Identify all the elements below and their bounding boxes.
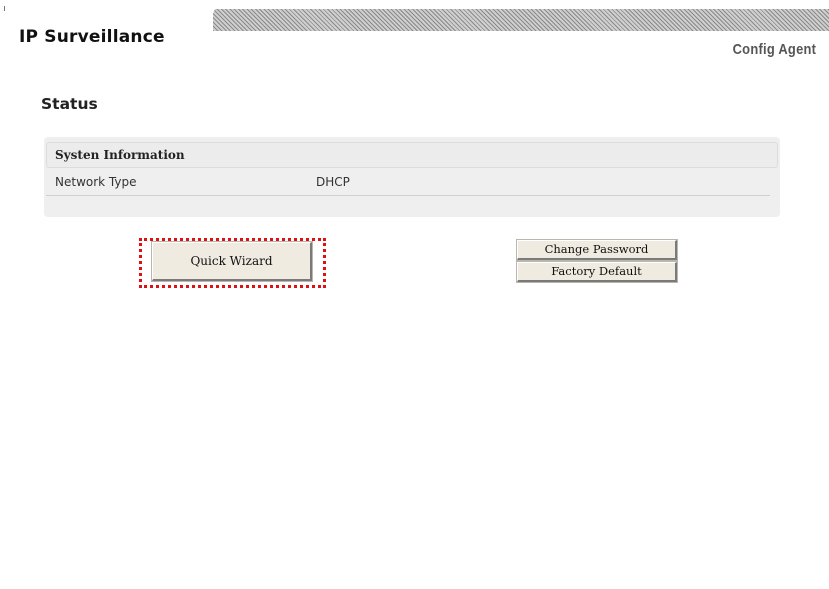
header-decorative-band (213, 9, 829, 31)
change-password-button[interactable]: Change Password (516, 239, 678, 261)
header-band-notch (205, 9, 215, 31)
page-title: Status (41, 95, 98, 113)
quick-wizard-button[interactable]: Quick Wizard (151, 241, 313, 282)
factory-default-button[interactable]: Factory Default (516, 261, 678, 283)
info-row-network-type: Network Type DHCP (46, 169, 770, 196)
system-information-title: Systen Information (55, 148, 185, 162)
network-type-value: DHCP (316, 175, 350, 189)
system-information-panel: Systen Information Network Type DHCP (44, 137, 780, 217)
corner-mark (4, 6, 5, 11)
network-type-label: Network Type (55, 175, 137, 189)
app-title: IP Surveillance (19, 27, 165, 47)
config-agent-label: Config Agent (732, 41, 816, 58)
system-information-header: Systen Information (46, 142, 778, 168)
